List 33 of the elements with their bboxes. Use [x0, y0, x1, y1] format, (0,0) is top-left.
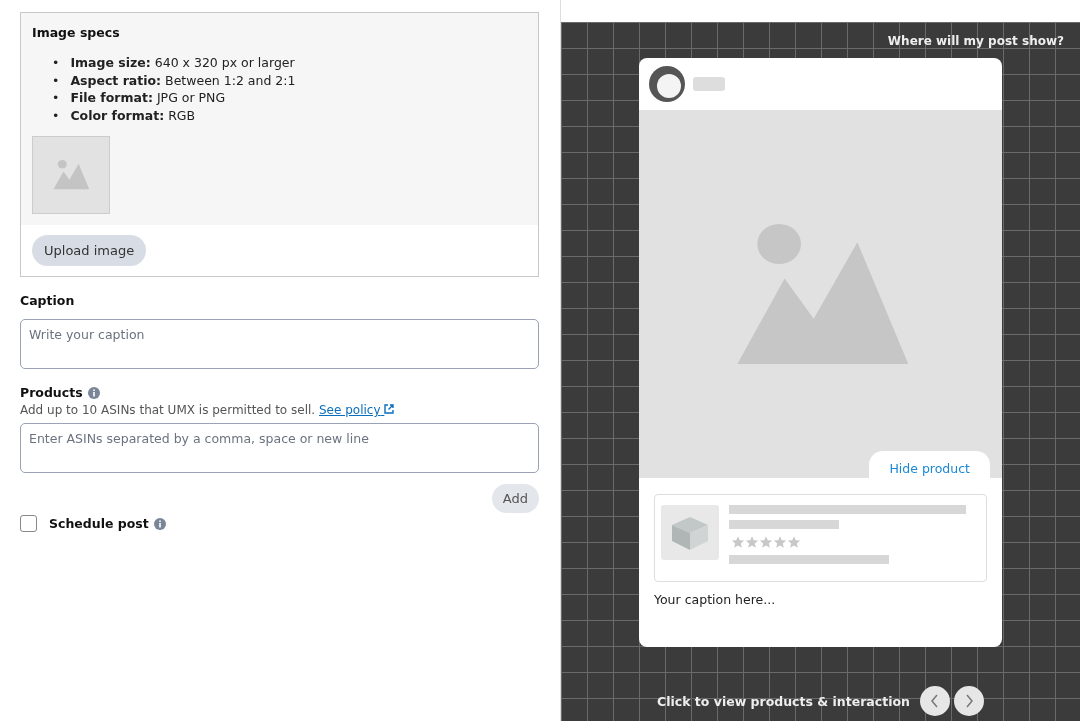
- field-label: Caption: [20, 293, 75, 308]
- checkbox-label: Schedule post: [49, 516, 149, 531]
- avatar-icon: [649, 66, 685, 102]
- section-title: Image specs: [32, 25, 121, 40]
- caption-field[interactable]: Write your caption: [20, 319, 539, 369]
- asin-field[interactable]: Enter ASINs separated by a comma, space or new line: [20, 423, 539, 473]
- bullet: •: [52, 54, 60, 72]
- add-button[interactable]: Add: [491, 484, 539, 513]
- spec-item: Image size: 640 x 320 px or larger: [70, 54, 295, 72]
- see-policy-link[interactable]: See policy: [319, 403, 395, 417]
- external-link-icon: [384, 404, 395, 414]
- chevron-left-icon: [929, 694, 940, 708]
- info-icon[interactable]: [153, 517, 166, 530]
- checkbox[interactable]: [20, 515, 37, 532]
- spec-item: Color format: RGB: [70, 106, 196, 124]
- upload-image-button[interactable]: Upload image: [32, 235, 147, 266]
- field-label: Products: [20, 385, 83, 400]
- hint-text: Add up to 10 ASINs that UMX is permitted to sell. See policy: [20, 403, 539, 417]
- spec-item: File format: JPG or PNG: [70, 89, 226, 107]
- info-icon[interactable]: [87, 386, 100, 399]
- chevron-right-icon: [963, 694, 974, 708]
- bullet: •: [52, 89, 60, 107]
- image-placeholder-icon: [52, 160, 90, 190]
- footer-text: Click to view products & interaction: [657, 693, 910, 709]
- bullet: •: [52, 106, 60, 124]
- hide-product-tab[interactable]: Hide product: [869, 451, 990, 478]
- spec-item: Aspect ratio: Between 1:2 and 2:1: [70, 71, 296, 89]
- box-icon: [661, 505, 719, 560]
- bullet: •: [52, 71, 60, 89]
- caption-text: Your caption here...: [653, 591, 777, 609]
- help-link[interactable]: Where will my post show?: [887, 34, 1064, 48]
- next-button[interactable]: [953, 686, 984, 716]
- previous-button[interactable]: [919, 686, 950, 716]
